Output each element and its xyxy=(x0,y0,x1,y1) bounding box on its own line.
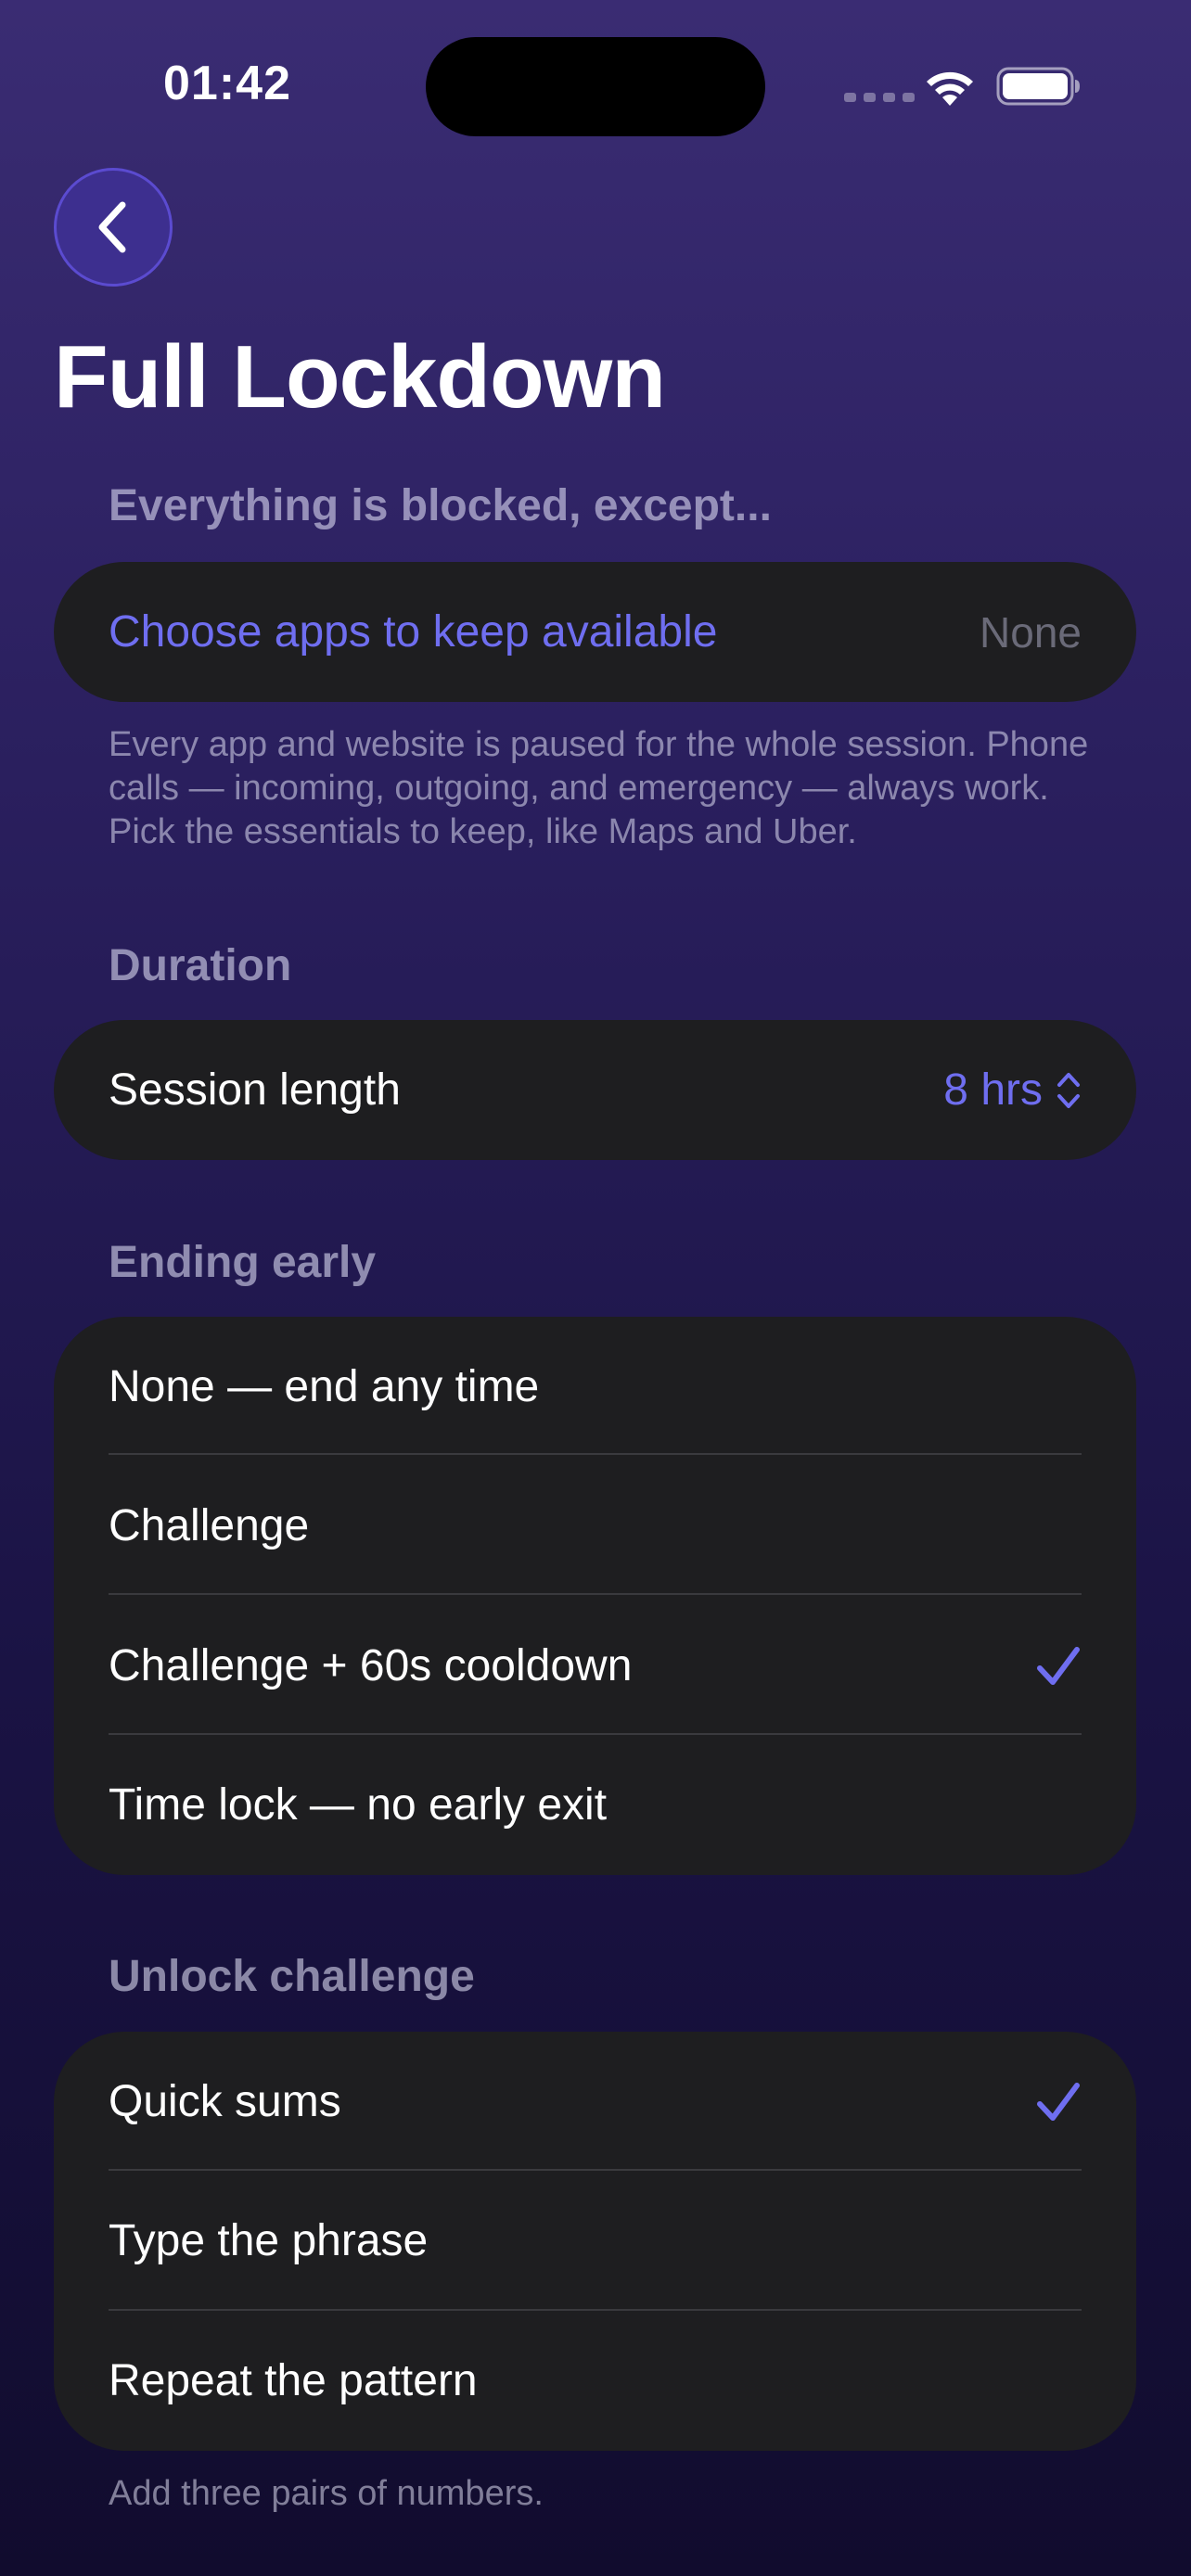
status-time: 01:42 xyxy=(163,57,291,110)
choose-apps-card: Choose apps to keep available None xyxy=(54,562,1136,702)
ending-option-challenge[interactable]: Challenge xyxy=(54,1456,1136,1596)
session-length-value: 8 hrs xyxy=(943,1065,1043,1115)
page-title: Full Lockdown xyxy=(54,327,666,427)
blocked-footnote: Every app and website is paused for the … xyxy=(109,725,1089,851)
back-chevron-icon xyxy=(98,201,126,253)
choose-apps-row[interactable]: Choose apps to keep available None xyxy=(54,562,1136,702)
option-label: Quick sums xyxy=(109,2077,341,2126)
dynamic-island xyxy=(426,37,765,136)
option-label: Challenge xyxy=(109,1501,310,1550)
divider xyxy=(109,1593,1082,1595)
option-label: Repeat the pattern xyxy=(109,2356,478,2405)
ending-options-card: None — end any time Challenge Challenge … xyxy=(54,1317,1136,1875)
ending-section-header: Ending early xyxy=(109,1238,377,1287)
choose-apps-label: Choose apps to keep available xyxy=(109,607,718,657)
status-bar: 01:42 xyxy=(0,0,1191,167)
choose-apps-value: None xyxy=(980,607,1082,657)
back-button[interactable] xyxy=(54,168,173,287)
divider xyxy=(109,1453,1082,1455)
duration-card: Session length 8 hrs xyxy=(54,1020,1136,1160)
challenge-option-quick-sums[interactable]: Quick sums xyxy=(54,2032,1136,2172)
stepper-chevrons-icon xyxy=(1057,1072,1080,1108)
session-length-row[interactable]: Session length 8 hrs xyxy=(54,1020,1136,1160)
blocked-section-header: Everything is blocked, except... xyxy=(109,481,772,530)
option-label: Type the phrase xyxy=(109,2216,429,2265)
ending-option-challenge-cooldown[interactable]: Challenge + 60s cooldown xyxy=(54,1596,1136,1736)
ending-option-time-lock[interactable]: Time lock — no early exit xyxy=(54,1735,1136,1875)
wifi-icon xyxy=(927,71,973,106)
ending-option-none[interactable]: None — end any time xyxy=(54,1317,1136,1457)
option-label: Challenge + 60s cooldown xyxy=(109,1641,633,1690)
checkmark-icon xyxy=(1037,2082,1080,2121)
challenge-section-header: Unlock challenge xyxy=(109,1952,475,2001)
challenge-options-card: Quick sums Type the phrase Repeat the pa… xyxy=(54,2032,1136,2451)
challenge-option-repeat-pattern[interactable]: Repeat the pattern xyxy=(54,2311,1136,2451)
session-length-label: Session length xyxy=(109,1065,401,1115)
battery-icon xyxy=(996,67,1080,106)
checkmark-icon xyxy=(1037,1646,1080,1685)
cellular-signal-icon xyxy=(844,93,915,102)
option-label: Time lock — no early exit xyxy=(109,1780,608,1830)
duration-section-header: Duration xyxy=(109,941,292,990)
challenge-footnote: Add three pairs of numbers. xyxy=(109,2474,544,2513)
challenge-option-type-phrase[interactable]: Type the phrase xyxy=(54,2171,1136,2311)
option-label: None — end any time xyxy=(109,1362,540,1411)
